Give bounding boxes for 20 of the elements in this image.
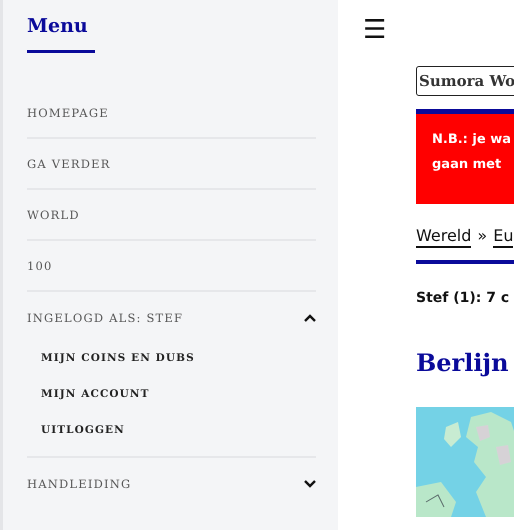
submenu-item[interactable]: UITLOGGEN	[41, 421, 316, 440]
menu-title: Menu	[27, 14, 88, 39]
chevron-down-icon[interactable]	[304, 480, 316, 488]
breadcrumb-link[interactable]: Eu	[493, 226, 514, 248]
menu-item[interactable]: HANDLEIDING	[27, 476, 132, 490]
notice-text: gaan met	[432, 156, 502, 174]
breadcrumb-link[interactable]: Wereld	[416, 226, 472, 248]
notice-text: N.B.: je wa	[432, 131, 512, 149]
submenu-item[interactable]: MIJN ACCOUNT	[41, 385, 316, 404]
menu-item[interactable]: GA VERDER	[27, 156, 111, 170]
menu-button[interactable]: ☰	[363, 14, 386, 46]
breadcrumb-separator: »	[477, 226, 488, 245]
page-heading: Berlijn	[416, 348, 510, 377]
owner-text: Stef (1): 7 c	[416, 290, 510, 306]
menu-item[interactable]: 100	[27, 258, 53, 272]
submenu-item[interactable]: MIJN COINS EN DUBS	[41, 349, 316, 368]
menu-item[interactable]: WORLD	[27, 208, 80, 222]
menu-item[interactable]: HOMEPAGE	[27, 106, 109, 120]
menu-item[interactable]: INGELOGD ALS: STEF	[27, 310, 184, 324]
chevron-up-icon[interactable]	[304, 314, 316, 322]
